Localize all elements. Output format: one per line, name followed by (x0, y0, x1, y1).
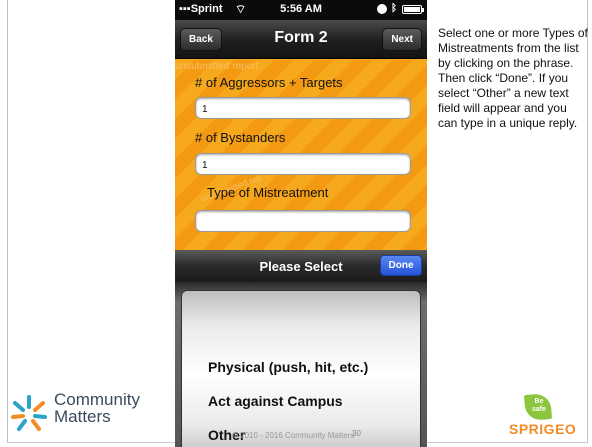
sprigeo-wordmark: SPRIGEO (509, 421, 577, 437)
picker-option-physical[interactable]: Physical (push, hit, etc.) (208, 359, 368, 375)
page-number: 30 (352, 429, 361, 438)
done-button[interactable]: Done (380, 255, 422, 276)
be-safe-badge: Be safe (531, 398, 546, 413)
bystanders-field[interactable]: 1 (195, 153, 411, 175)
bystanders-label: # of Bystanders (195, 130, 286, 145)
bluetooth-icon: ᛒ (391, 3, 397, 14)
community-matters-mark-icon (11, 395, 47, 431)
picker-option-campus[interactable]: Act against Campus (208, 393, 343, 409)
sprigeo-logo: Be safe SPRIGEO (505, 392, 585, 444)
watermark-text: unsubmitted report (175, 61, 259, 72)
community-matters-logo: Community Matters (9, 389, 149, 444)
nav-bar: Back Form 2 Next (175, 20, 427, 59)
report-form: unsubmitted report unsubmitted rep # of … (175, 60, 427, 250)
clock-time: 5:56 AM (280, 3, 322, 15)
alarm-icon (377, 4, 387, 14)
picker-toolbar: Please Select Done (175, 250, 427, 282)
aggressors-field[interactable]: 1 (195, 97, 411, 119)
picker-wheel[interactable]: Physical (push, hit, etc.) Act against C… (181, 290, 421, 447)
mistreatment-picker[interactable]: Physical (push, hit, etc.) Act against C… (175, 282, 427, 447)
mistreatment-field[interactable] (195, 210, 411, 232)
copyright-text: © 2010 - 2016 Community Matters (232, 431, 355, 440)
battery-icon (402, 5, 424, 14)
aggressors-label: # of Aggressors + Targets (195, 75, 343, 90)
next-button[interactable]: Next (382, 28, 422, 51)
mistreatment-label: Type of Mistreatment (207, 185, 329, 200)
instructions-text: Select one or more Types of Mistreatment… (438, 26, 588, 130)
status-bar: ▪▪▪Sprint ⌔ 5:56 AM ᛒ (175, 0, 427, 20)
phone-screen: ▪▪▪Sprint ⌔ 5:56 AM ᛒ Back Form 2 Next u… (175, 0, 427, 447)
community-matters-wordmark: Community Matters (54, 390, 140, 426)
